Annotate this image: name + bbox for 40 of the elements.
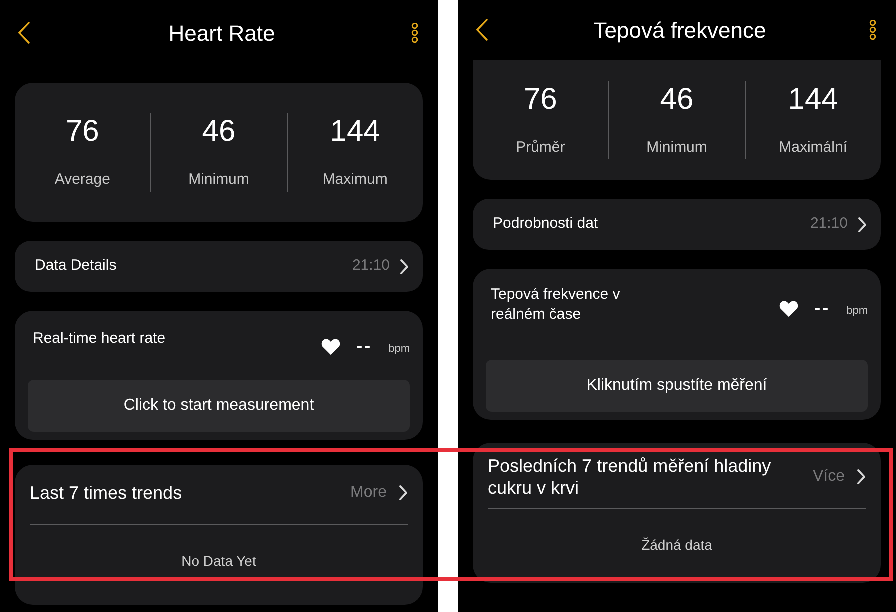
stat-value: 144: [330, 114, 380, 150]
data-details-row[interactable]: Data Details 21:10: [15, 241, 423, 292]
start-measurement-button[interactable]: Click to start measurement: [28, 380, 410, 432]
stat-value: 144: [788, 82, 838, 118]
trends-title: Posledních 7 trendů měření hladiny cukru v krvi: [488, 455, 772, 499]
more-link[interactable]: Více: [812, 465, 866, 489]
unit-label: bpm: [388, 342, 410, 358]
heart-icon: [778, 300, 799, 318]
stat-value: 76: [524, 82, 558, 118]
screen-title: Heart Rate: [168, 20, 276, 48]
heart-icon: [320, 338, 341, 356]
screen-title: Tepová frekvence: [594, 16, 766, 45]
chevron-right-icon: [858, 216, 867, 232]
heart-rate-value: --: [814, 297, 831, 320]
heart-rate-value: --: [356, 335, 373, 358]
stat-label: Průměr: [516, 138, 566, 158]
stat-value: 76: [66, 114, 100, 150]
stat-label: Average: [54, 170, 110, 190]
more-options-icon[interactable]: [868, 19, 878, 41]
stat-label: Maximální: [779, 138, 848, 158]
chevron-right-icon: [400, 258, 409, 274]
unit-label: bpm: [846, 304, 868, 320]
stat-label: Minimum: [188, 170, 250, 190]
stat-label: Minimum: [646, 138, 708, 158]
details-time: 21:10: [352, 256, 390, 276]
more-link[interactable]: More: [350, 481, 408, 505]
start-measurement-button[interactable]: Kliknutím spustíte měření: [486, 360, 868, 412]
trends-title: Last 7 times trends: [30, 482, 184, 504]
chevron-right-icon: [399, 485, 408, 501]
realtime-label: Real-time heart rate: [33, 329, 167, 349]
stat-value: 46: [202, 114, 236, 150]
more-options-icon[interactable]: [410, 22, 420, 44]
chevron-right-icon: [857, 469, 866, 485]
empty-state-text: Žádná data: [640, 536, 714, 555]
stat-value: 46: [660, 82, 694, 118]
empty-state-text: No Data Yet: [180, 552, 258, 571]
stat-label: Maximum: [322, 170, 388, 190]
realtime-label: Tepová frekvence v reálném čase: [491, 285, 622, 325]
data-details-row[interactable]: Podrobnosti dat 21:10: [473, 199, 881, 250]
details-time: 21:10: [810, 214, 848, 234]
